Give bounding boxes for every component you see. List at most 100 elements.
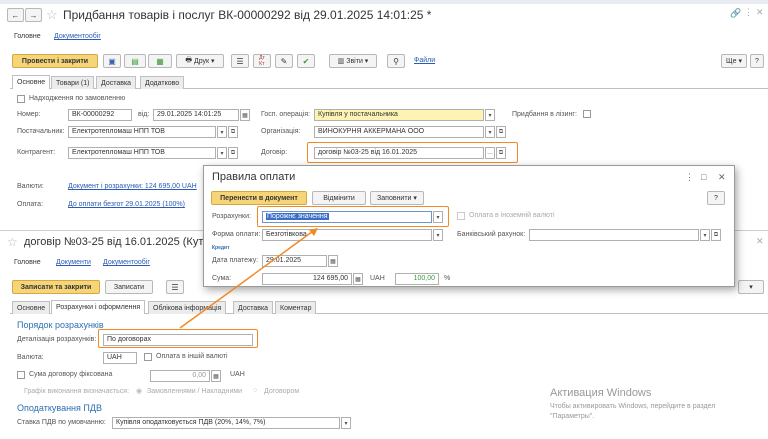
nav-main[interactable]: Головне	[14, 33, 41, 40]
organization-dropdown[interactable]: ▾	[485, 126, 495, 138]
contractor-field[interactable]: Електротепломаш НПП ТОВ	[68, 147, 216, 159]
operation-field[interactable]: Купівля у постачальника	[314, 109, 484, 121]
tab-main[interactable]: Основне	[12, 75, 51, 89]
check-button[interactable]: ✔	[297, 54, 315, 68]
sum-calculator-button[interactable]: ▦	[353, 273, 363, 285]
more-vertical-icon[interactable]: ⋮	[744, 7, 753, 18]
forward-button[interactable]: →	[25, 8, 42, 22]
radio-contract[interactable]: ○	[253, 387, 257, 394]
leasing-checkbox[interactable]	[583, 110, 591, 118]
tab-main[interactable]: Основне	[12, 301, 51, 314]
vat-field[interactable]: Купівля оподатковується ПДВ (20%, 14%, 7…	[112, 417, 340, 429]
fixed-sum-field[interactable]: 0,00	[150, 370, 210, 382]
tab-additional[interactable]: Додатково	[140, 76, 185, 89]
contract-window-title: договір №03-25 від 16.01.2025 (Кут	[24, 236, 204, 248]
supplier-field[interactable]: Електротепломаш НПП ТОВ	[68, 126, 216, 138]
nav-docflow[interactable]: Документообіг	[103, 259, 150, 266]
calculator-button[interactable]: ▦	[211, 370, 221, 382]
structure-button[interactable]: ▦	[148, 54, 172, 68]
dt-kt-button[interactable]: Дт Кт	[253, 54, 271, 68]
percent-field[interactable]: 100,00	[395, 273, 439, 285]
files-link[interactable]: Файли	[414, 57, 435, 64]
tab-settlements[interactable]: Розрахунки і оформлення	[51, 300, 146, 314]
save-button[interactable]: Записати	[105, 280, 153, 294]
calendar-button[interactable]: ▦	[240, 109, 250, 121]
chevron-down-icon: ▾	[488, 129, 492, 136]
close-icon[interactable]: ✕	[756, 7, 764, 18]
supplier-open[interactable]: ⧉	[228, 126, 238, 138]
payment-date-field[interactable]: 29.01.2025	[262, 255, 327, 267]
bank-account-field[interactable]	[529, 229, 699, 241]
payment-form-label: Форма оплати:	[212, 231, 261, 238]
tab-delivery[interactable]: Доставка	[233, 301, 274, 314]
bank-account-open[interactable]: ⧉	[711, 229, 721, 241]
post-and-close-button[interactable]: Провести і закрити	[12, 54, 98, 68]
transfer-to-document-button[interactable]: Перенести в документ	[211, 191, 307, 205]
tab-accounting[interactable]: Облікова інформація	[148, 301, 227, 314]
organization-field[interactable]: ВИНОКУРНЯ АККЕРМАНА ООО	[314, 126, 484, 138]
organization-open[interactable]: ⧉	[496, 126, 506, 138]
list-button[interactable]: ☰	[231, 54, 249, 68]
fixed-sum-checkbox[interactable]	[17, 371, 25, 379]
tab-comment[interactable]: Коментар	[275, 301, 317, 314]
link-icon[interactable]: 🔗	[730, 8, 741, 19]
payment-form-field[interactable]: Безготівкова	[262, 229, 432, 241]
payment-link[interactable]: До оплати безгот 29.01.2025 (100%)	[68, 200, 185, 210]
nav-documents[interactable]: Документи	[56, 259, 91, 266]
favorite-star-icon[interactable]: ☆	[46, 7, 58, 23]
create-based-button[interactable]: ▤	[124, 54, 146, 68]
supplier-dropdown[interactable]: ▾	[217, 126, 227, 138]
nav-main[interactable]: Головне	[14, 259, 41, 266]
fill-button[interactable]: Заповнити ▾	[370, 191, 424, 205]
tab-delivery[interactable]: Доставка	[96, 76, 137, 89]
contractor-label: Контрагент:	[17, 149, 56, 156]
nav-docflow[interactable]: Документообіг	[54, 33, 101, 40]
list-icon: ☰	[236, 56, 244, 66]
maximize-icon[interactable]: □	[701, 172, 706, 182]
more-label: Ще	[726, 57, 737, 65]
open-icon: ⧉	[230, 128, 236, 135]
currency-field[interactable]: UAH	[103, 352, 137, 364]
number-field[interactable]: ВК-00000292	[68, 109, 132, 121]
print-label: Друк	[193, 57, 210, 65]
reports-button[interactable]: ▥ Звіти ▾	[329, 54, 377, 68]
bank-account-dropdown[interactable]: ▾	[700, 229, 710, 241]
chevron-down-icon: ▾	[344, 420, 348, 427]
operation-dropdown[interactable]: ▾	[485, 109, 495, 121]
pencil-icon: ✎	[280, 56, 288, 66]
date-label: від:	[138, 111, 150, 118]
help-button[interactable]: ?	[707, 191, 725, 205]
currency-label: Валюта:	[17, 354, 44, 361]
save-and-close-button[interactable]: Записати та закрити	[12, 280, 100, 294]
tab-goods[interactable]: Товари (1)	[51, 76, 95, 89]
radio-orders[interactable]: ◉	[136, 387, 142, 395]
back-button[interactable]: ←	[7, 8, 24, 22]
foreign-currency-checkbox[interactable]	[457, 212, 465, 220]
by-order-checkbox[interactable]	[17, 95, 25, 103]
other-currency-checkbox[interactable]	[144, 353, 152, 361]
edit-button[interactable]: ✎	[275, 54, 293, 68]
foreign-currency-label: Оплата в іноземній валюті	[469, 212, 555, 219]
vat-dropdown[interactable]: ▾	[341, 417, 351, 429]
attach-button[interactable]: ⚲	[387, 54, 405, 68]
payment-form-dropdown[interactable]: ▾	[433, 229, 443, 241]
date-field[interactable]: 29.01.2025 14:01:25	[153, 109, 239, 121]
help-button[interactable]: ?	[750, 54, 764, 68]
favorite-star-icon[interactable]: ☆	[7, 235, 18, 249]
contractor-open[interactable]: ⧉	[228, 147, 238, 159]
cancel-button[interactable]: Відмінити	[312, 191, 366, 205]
list-button[interactable]: ☰	[166, 280, 184, 294]
save-button[interactable]: ▣	[103, 54, 121, 68]
more-vertical-icon[interactable]: ⋮	[685, 172, 694, 183]
more-button[interactable]: Ще ▾	[721, 54, 747, 68]
more-button[interactable]: ▾	[738, 280, 764, 294]
calendar-button[interactable]: ▦	[328, 255, 338, 267]
close-icon[interactable]: ✕	[718, 172, 726, 183]
currency-link[interactable]: Документ і розрахунки: 124 695,00 UAH	[68, 182, 197, 192]
contractor-dropdown[interactable]: ▾	[217, 147, 227, 159]
sum-field[interactable]: 124 695,00	[262, 273, 352, 285]
print-button[interactable]: 🖶 Друк ▾	[176, 54, 224, 68]
activation-line2: "Параметры".	[550, 413, 595, 420]
list-icon: ☰	[171, 282, 179, 292]
close-icon[interactable]: ✕	[756, 236, 764, 247]
